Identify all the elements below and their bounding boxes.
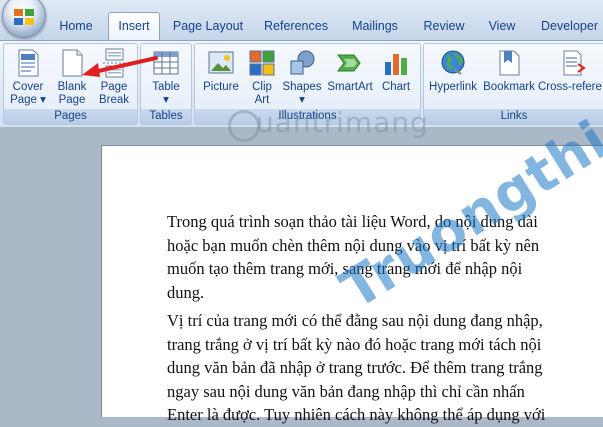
cover-page-label: Cover [12, 81, 44, 93]
tab-developer[interactable]: Developer [536, 13, 603, 39]
page-break-label-2: Break [98, 94, 130, 106]
paragraph-2-line: Enter là được. Tuy nhiên cách này không … [167, 405, 546, 424]
cross-reference-button[interactable]: Cross-refere [538, 48, 603, 94]
tab-review[interactable]: Review [416, 13, 472, 39]
paragraph-2-line: Vị trí của trang mới có thể đằng sau nội… [167, 311, 543, 330]
chart-icon [381, 48, 411, 78]
office-logo-icon [14, 9, 34, 25]
blank-page-label-2: Page [58, 94, 86, 106]
table-dropdown-arrow: ▾ [163, 94, 169, 106]
paragraph-2-line: dung văn bản đã nhập ở trang trước. Để t… [167, 358, 543, 377]
cross-reference-icon [560, 48, 590, 78]
shapes-label: Shapes [282, 81, 322, 93]
red-arrow-icon [82, 56, 158, 77]
table-label: Table [152, 81, 180, 93]
paragraph-1-line: Trong quá trình soạn thảo tài liệu Word,… [167, 212, 538, 231]
smartart-button[interactable]: SmartArt [325, 48, 375, 94]
picture-icon [206, 48, 236, 78]
tab-insert[interactable]: Insert [108, 12, 160, 41]
tab-mailings[interactable]: Mailings [344, 13, 406, 39]
picture-label: Picture [203, 81, 239, 93]
tab-home[interactable]: Home [52, 13, 100, 39]
ribbon-tab-bar: Home Insert Page Layout References Maili… [0, 0, 603, 41]
office-button[interactable] [2, 0, 46, 38]
cover-page-label-2: Page ▾ [10, 94, 46, 106]
cover-page-button[interactable]: Cover Page ▾ [6, 48, 50, 107]
chart-label: Chart [381, 81, 411, 93]
shapes-icon [287, 48, 317, 78]
paragraph-2-line: trang trắng ở vị trí bất kỳ nào đó hoặc … [167, 334, 542, 354]
tab-view[interactable]: View [478, 13, 526, 39]
chart-button[interactable]: Chart [376, 48, 416, 94]
page-break-label: Page [100, 81, 128, 93]
smartart-label: SmartArt [327, 81, 373, 93]
clip-art-label: Clip [252, 81, 272, 93]
bookmark-label: Bookmark [483, 81, 535, 93]
tables-group-label: Tables [141, 109, 191, 124]
pages-group-label: Pages [4, 109, 137, 124]
tab-page-layout[interactable]: Page Layout [168, 13, 248, 39]
hyperlink-label: Hyperlink [429, 81, 477, 93]
hyperlink-button[interactable]: Hyperlink [426, 48, 480, 94]
bookmark-icon [494, 48, 524, 78]
paragraph-2-line: ngay sau nội dung văn bản đang nhập thì … [167, 381, 525, 401]
clip-art-button[interactable]: Clip Art [245, 48, 279, 107]
cross-reference-label: Cross-refere [538, 81, 602, 93]
picture-button[interactable]: Picture [199, 48, 243, 94]
tab-references[interactable]: References [258, 13, 334, 39]
paragraph-2: Vị trí của trang mới có thể đằng sau nội… [167, 309, 603, 427]
cover-page-icon [13, 48, 43, 78]
shapes-button[interactable]: Shapes ▾ [281, 48, 323, 107]
clip-art-icon [247, 48, 277, 78]
watermark-quantrimang: uantrimang [256, 106, 429, 139]
smartart-icon [335, 48, 365, 78]
bookmark-button[interactable]: Bookmark [482, 48, 536, 94]
globe-icon [438, 48, 468, 78]
blank-page-label: Blank [57, 81, 87, 93]
